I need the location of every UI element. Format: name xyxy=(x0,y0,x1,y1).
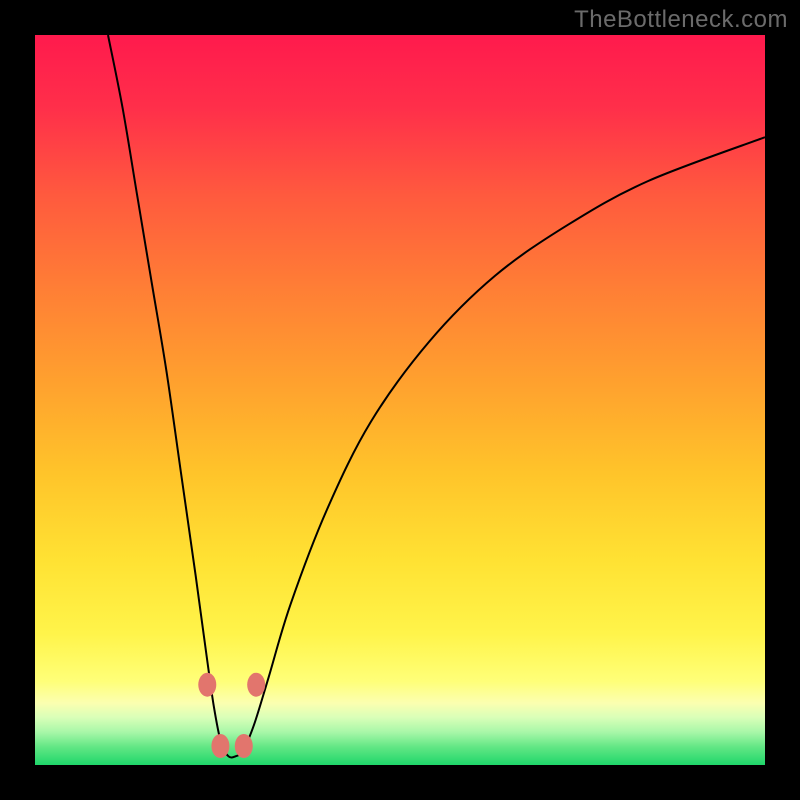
curve-marker xyxy=(235,734,253,758)
curve-layer xyxy=(35,35,765,765)
curve-marker xyxy=(247,673,265,697)
markers-group xyxy=(198,673,265,758)
watermark-text: TheBottleneck.com xyxy=(574,6,788,34)
curve-marker xyxy=(211,734,229,758)
curve-marker xyxy=(198,673,216,697)
plot-frame xyxy=(35,35,765,765)
bottleneck-curve xyxy=(108,35,765,757)
